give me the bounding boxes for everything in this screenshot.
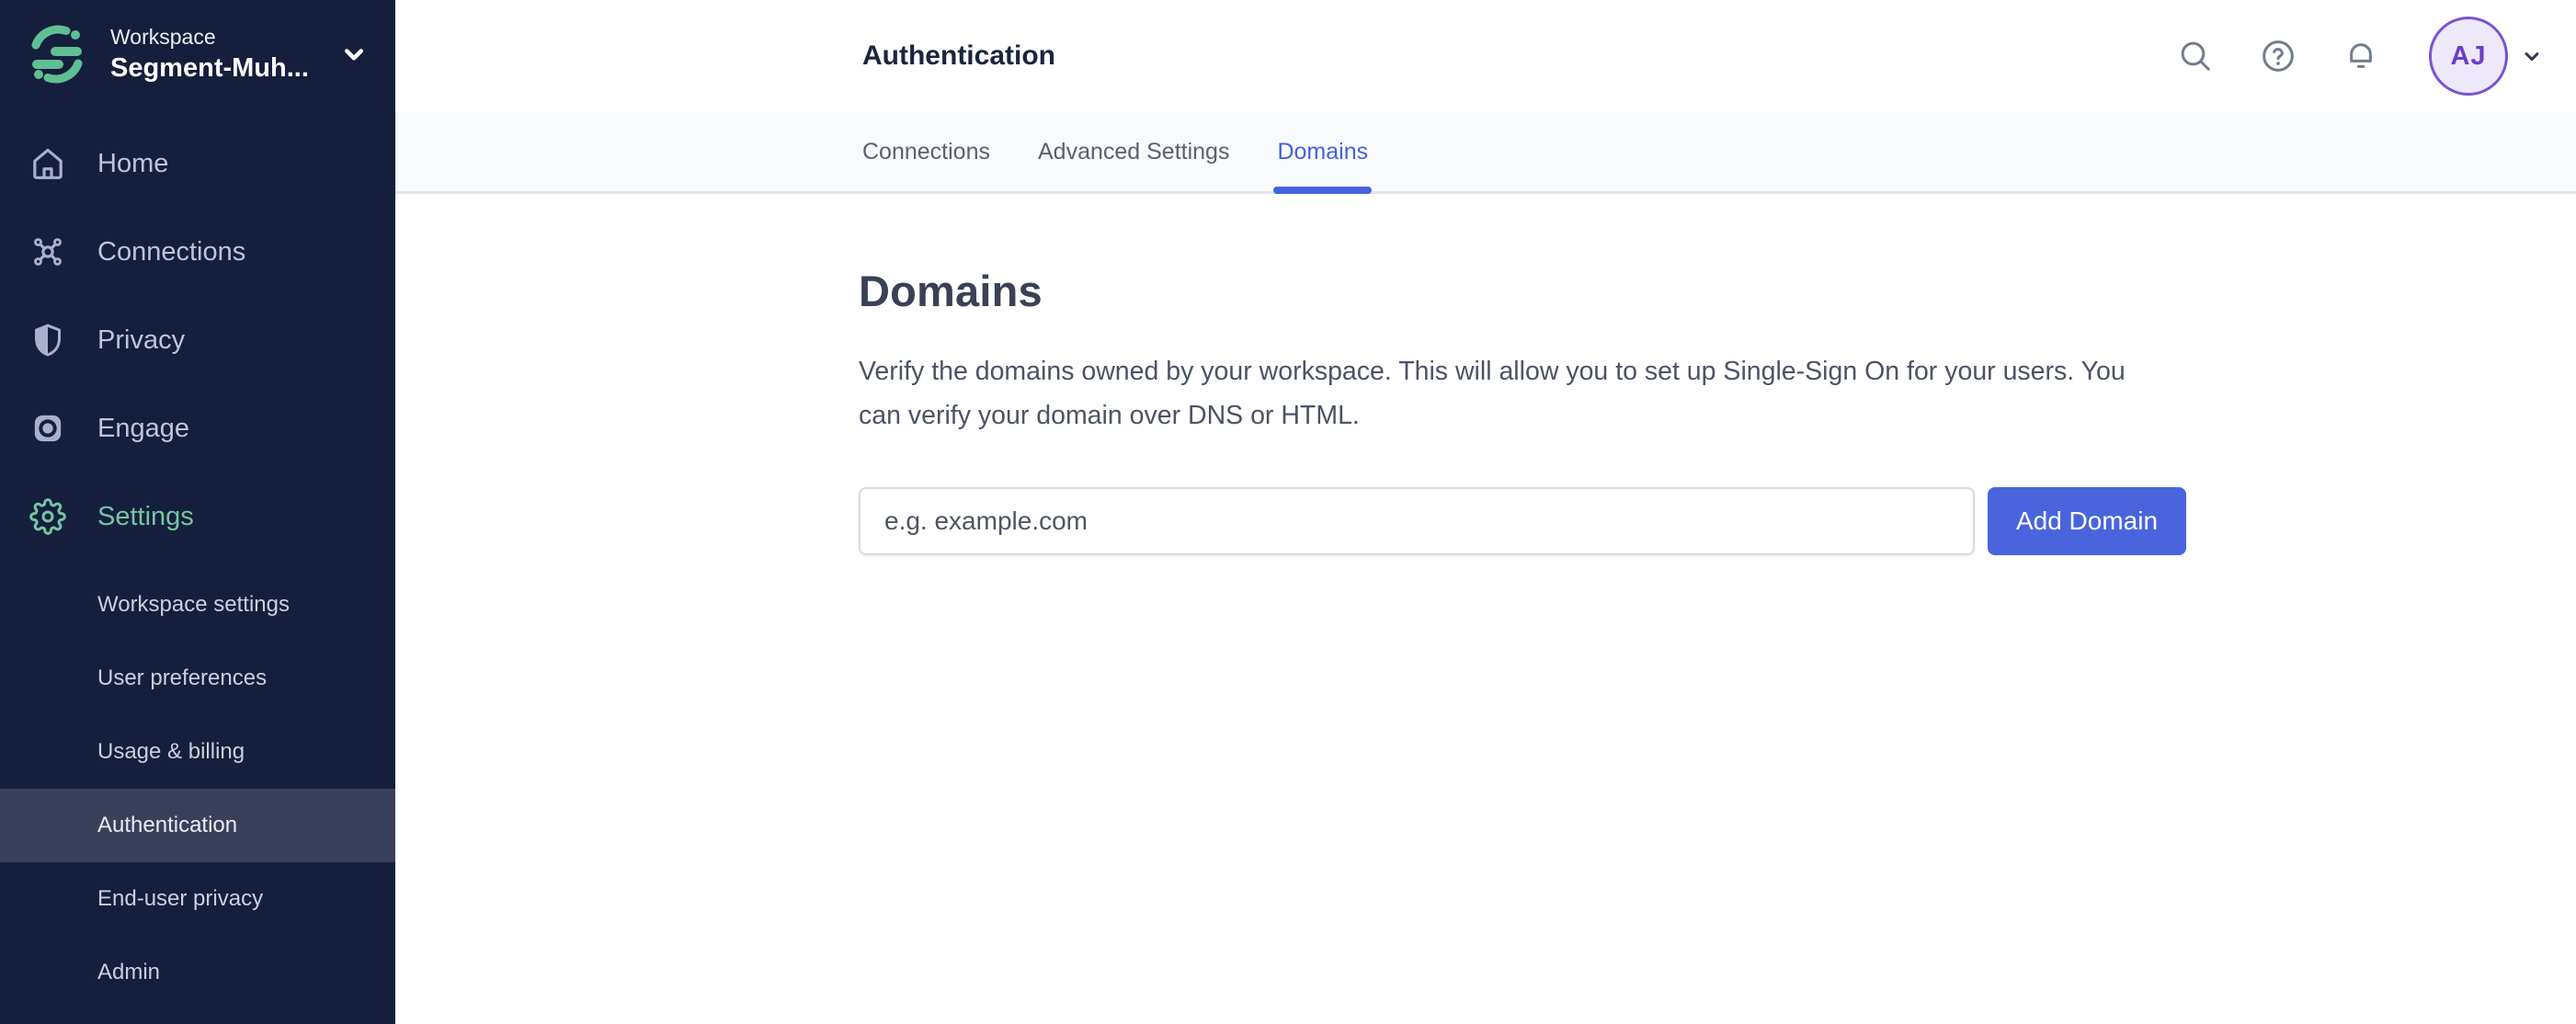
page-title: Authentication	[862, 40, 1055, 71]
tab-domains[interactable]: Domains	[1273, 112, 1373, 194]
notifications-button[interactable]	[2341, 36, 2381, 76]
sidebar-item-connections[interactable]: Connections	[0, 208, 395, 296]
subnav-item-label: User preferences	[97, 666, 268, 691]
avatar-initials: AJ	[2450, 40, 2487, 71]
subnav-item-label: End-user privacy	[97, 886, 264, 912]
subnav-item-end-user-privacy[interactable]: End-user privacy	[0, 862, 395, 936]
search-icon	[2181, 41, 2210, 71]
subnav-item-admin[interactable]: Admin	[0, 936, 395, 1009]
sidebar-item-engage[interactable]: Engage	[0, 384, 395, 472]
workspace-label: Workspace	[110, 25, 216, 49]
topbar-actions: AJ	[2133, 17, 2545, 96]
subnav-item-usage-billing[interactable]: Usage & billing	[0, 715, 395, 789]
gear-icon	[28, 496, 68, 537]
sidebar-item-label: Home	[97, 148, 169, 178]
account-chevron-down-icon[interactable]	[2519, 43, 2545, 69]
topbar: Authentication AJ	[395, 0, 2576, 112]
domains-section: Domains Verify the domains owned by your…	[395, 194, 2576, 555]
connections-icon	[28, 232, 68, 272]
chevron-down-icon[interactable]	[338, 39, 370, 70]
subnav-item-label: Authentication	[97, 813, 238, 838]
settings-subnav: Workspace settings User preferences Usag…	[0, 568, 395, 1009]
app-root: Workspace Segment-Muh... Home Connection…	[0, 0, 2576, 1024]
subnav-item-authentication[interactable]: Authentication	[0, 789, 395, 863]
sidebar-item-label: Privacy	[97, 324, 186, 355]
bell-icon	[2350, 43, 2372, 68]
engage-icon	[28, 408, 68, 449]
subnav-item-label: Admin	[97, 960, 161, 985]
active-tab-underline	[1273, 187, 1373, 194]
tab-bar: Connections Advanced Settings Domains	[395, 112, 2576, 194]
main-area: Authentication AJ Connections Advanced S…	[395, 0, 2576, 1024]
sidebar-item-label: Engage	[97, 413, 189, 443]
shield-icon	[28, 320, 68, 360]
subnav-item-user-preferences[interactable]: User preferences	[0, 642, 395, 715]
sidebar-item-settings[interactable]: Settings	[0, 472, 395, 561]
add-domain-form: Add Domain	[859, 487, 2521, 555]
segment-logo-icon	[31, 25, 83, 84]
subnav-item-label: Usage & billing	[97, 739, 245, 765]
tab-connections[interactable]: Connections	[862, 112, 990, 191]
workspace-switcher[interactable]: Workspace Segment-Muh...	[0, 0, 395, 94]
tab-label: Advanced Settings	[1037, 138, 1230, 165]
add-domain-button[interactable]: Add Domain	[1988, 487, 2186, 555]
subnav-item-workspace-settings[interactable]: Workspace settings	[0, 568, 395, 642]
tab-advanced-settings[interactable]: Advanced Settings	[1038, 112, 1229, 191]
subnav-item-label: Workspace settings	[97, 592, 290, 618]
domain-input[interactable]	[859, 487, 1975, 555]
sidebar-item-home[interactable]: Home	[0, 119, 395, 208]
avatar[interactable]: AJ	[2429, 17, 2508, 96]
sidebar-item-label: Settings	[97, 501, 194, 531]
workspace-info: Workspace Segment-Muh...	[110, 24, 309, 85]
search-button[interactable]	[2175, 36, 2216, 76]
workspace-name: Segment-Muh...	[110, 52, 309, 83]
sidebar-nav: Home Connections Privacy Engage Settings	[0, 119, 395, 561]
tab-label: Domains	[1277, 138, 1369, 165]
sidebar: Workspace Segment-Muh... Home Connection…	[0, 0, 395, 1024]
home-icon	[28, 143, 68, 184]
sidebar-item-label: Connections	[97, 236, 246, 267]
help-button[interactable]	[2258, 36, 2298, 76]
sidebar-item-privacy[interactable]: Privacy	[0, 296, 395, 384]
section-heading: Domains	[859, 267, 1043, 315]
help-icon	[2263, 40, 2294, 72]
tab-label: Connections	[862, 138, 990, 165]
section-description: Verify the domains owned by your workspa…	[859, 357, 2126, 430]
